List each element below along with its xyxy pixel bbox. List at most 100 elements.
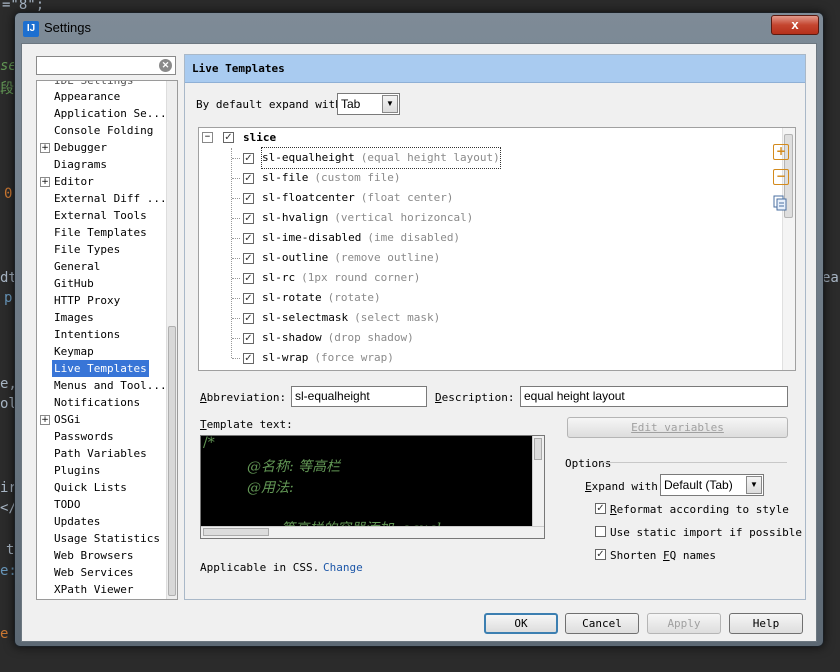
- sidebar-item[interactable]: Diagrams: [52, 156, 109, 173]
- sidebar-item[interactable]: Notifications: [52, 394, 142, 411]
- tree-connector: [232, 298, 240, 299]
- scrollbar-thumb[interactable]: [534, 438, 542, 460]
- tree-connector: [232, 218, 240, 219]
- template-name: sl-floatcenter (float center): [262, 188, 453, 208]
- sidebar-item[interactable]: XPath Viewer: [52, 581, 135, 598]
- template-checkbox[interactable]: ✓: [243, 253, 254, 264]
- template-text-label: Template text:: [200, 418, 293, 431]
- editor-vertical-scrollbar[interactable]: [532, 436, 544, 526]
- scrollbar-thumb[interactable]: [168, 326, 176, 596]
- template-checkbox[interactable]: ✓: [243, 213, 254, 224]
- template-text-editor[interactable]: /* @名称: 等高栏 @用法: 等高栏的容器添加 .equal...: [200, 435, 545, 539]
- sidebar-scrollbar[interactable]: [166, 81, 177, 599]
- sidebar-item[interactable]: Editor: [52, 173, 96, 190]
- sidebar-item[interactable]: Passwords: [52, 428, 116, 445]
- template-name: sl-outline (remove outline): [262, 248, 440, 268]
- template-checkbox[interactable]: ✓: [243, 353, 254, 364]
- sidebar-item[interactable]: Live Templates: [52, 360, 149, 377]
- default-expand-select[interactable]: Tab ▼: [337, 93, 400, 115]
- template-abbreviation: sl-rc: [262, 271, 296, 284]
- close-button[interactable]: x: [771, 15, 819, 35]
- sidebar-item[interactable]: External Tools: [52, 207, 149, 224]
- sidebar-item[interactable]: External Diff ...: [52, 190, 169, 207]
- collapse-icon[interactable]: −: [202, 132, 213, 143]
- tree-connector: [232, 338, 240, 339]
- sidebar-item[interactable]: Web Services: [52, 564, 135, 581]
- scrollbar-thumb[interactable]: [203, 528, 269, 536]
- sidebar-item[interactable]: HTTP Proxy: [52, 292, 122, 309]
- clear-search-icon[interactable]: ✕: [159, 59, 172, 72]
- template-checkbox[interactable]: ✓: [243, 333, 254, 344]
- template-abbreviation: sl-wrap: [262, 351, 309, 364]
- options-title: Options: [565, 457, 612, 470]
- tree-connector: [232, 358, 240, 359]
- sidebar-item[interactable]: Console Folding: [52, 122, 155, 139]
- sidebar-item[interactable]: Web Browsers: [52, 547, 135, 564]
- expand-icon[interactable]: +: [40, 177, 50, 187]
- templates-scrollbar[interactable]: [782, 128, 795, 370]
- template-checkbox[interactable]: ✓: [243, 193, 254, 204]
- description-field[interactable]: equal height layout: [520, 386, 788, 407]
- group-checkbox[interactable]: ✓: [223, 132, 234, 143]
- template-checkbox[interactable]: ✓: [243, 293, 254, 304]
- template-abbreviation: sl-shadow: [262, 331, 322, 344]
- cancel-button[interactable]: Cancel: [565, 613, 639, 634]
- sidebar-item[interactable]: Application Se...: [52, 105, 169, 122]
- abbreviation-field[interactable]: sl-equalheight: [291, 386, 427, 407]
- sidebar-item[interactable]: Keymap: [52, 343, 96, 360]
- ok-button[interactable]: OK: [484, 613, 558, 634]
- template-checkbox[interactable]: ✓: [243, 153, 254, 164]
- sidebar-item[interactable]: General: [52, 258, 102, 275]
- template-description: (ime disabled): [367, 231, 461, 244]
- settings-search-input[interactable]: ✕: [36, 56, 176, 75]
- edit-variables-button[interactable]: Edit variables: [567, 417, 788, 438]
- template-name: sl-hvalign (vertical horizoncal): [262, 208, 473, 228]
- template-checkbox[interactable]: ✓: [243, 233, 254, 244]
- sidebar-item[interactable]: Menus and Tool...: [52, 377, 169, 394]
- template-checkbox[interactable]: ✓: [243, 273, 254, 284]
- template-description: (select mask): [354, 311, 441, 324]
- sidebar-item[interactable]: Usage Statistics: [52, 530, 162, 547]
- template-abbreviation: sl-hvalign: [262, 211, 329, 224]
- chevron-down-icon[interactable]: ▼: [746, 476, 762, 494]
- sidebar-item[interactable]: Images: [52, 309, 96, 326]
- apply-button[interactable]: Apply: [647, 613, 721, 634]
- sidebar-item[interactable]: TODO: [52, 496, 83, 513]
- template-description: (equal height layout): [360, 151, 500, 164]
- sidebar-item[interactable]: Appearance: [52, 88, 122, 105]
- template-abbreviation: sl-floatcenter: [262, 191, 355, 204]
- static-import-checkbox[interactable]: [595, 526, 606, 537]
- abbreviation-label: Abbreviation:: [200, 391, 287, 404]
- chevron-down-icon[interactable]: ▼: [382, 95, 398, 113]
- tree-connector: [232, 318, 240, 319]
- sidebar-item[interactable]: Intentions: [52, 326, 122, 343]
- sidebar-item[interactable]: Quick Lists: [52, 479, 129, 496]
- sidebar-item[interactable]: Plugins: [52, 462, 102, 479]
- dialog-body: ✕ IDE Settings Appearance Application Se..…: [21, 43, 817, 642]
- template-name: sl-equalheight (equal height layout): [261, 147, 501, 169]
- sidebar-item[interactable]: File Templates: [52, 224, 149, 241]
- expand-with-select[interactable]: Default (Tab) ▼: [660, 474, 764, 496]
- title-bar[interactable]: IJ Settings x: [15, 13, 823, 43]
- expand-icon[interactable]: +: [40, 143, 50, 153]
- template-name: sl-rotate (rotate): [262, 288, 381, 308]
- editor-horizontal-scrollbar[interactable]: [201, 526, 544, 538]
- shorten-fq-checkbox[interactable]: ✓: [595, 549, 606, 560]
- change-context-link[interactable]: Change: [323, 561, 363, 574]
- template-abbreviation: sl-ime-disabled: [262, 231, 362, 244]
- template-checkbox[interactable]: ✓: [243, 173, 254, 184]
- remove-template-icon[interactable]: −: [773, 169, 789, 185]
- copy-icon[interactable]: [773, 195, 787, 211]
- expand-icon[interactable]: +: [40, 415, 50, 425]
- add-template-icon[interactable]: +: [773, 144, 789, 160]
- help-button[interactable]: Help: [729, 613, 803, 634]
- sidebar-item[interactable]: Updates: [52, 513, 102, 530]
- sidebar-item[interactable]: OSGi: [52, 411, 83, 428]
- sidebar-item[interactable]: File Types: [52, 241, 122, 258]
- reformat-checkbox[interactable]: ✓: [595, 503, 606, 514]
- sidebar-item[interactable]: Debugger: [52, 139, 109, 156]
- sidebar-item[interactable]: Path Variables: [52, 445, 149, 462]
- template-checkbox[interactable]: ✓: [243, 313, 254, 324]
- sidebar-item[interactable]: GitHub: [52, 275, 96, 292]
- template-name: sl-wrap (force wrap): [262, 348, 394, 368]
